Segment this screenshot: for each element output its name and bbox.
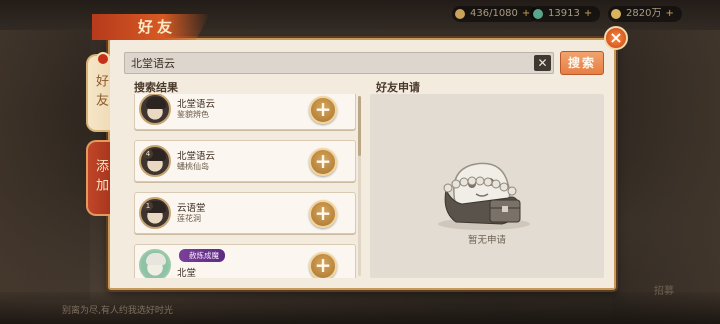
player-name: 北堂语云 [177,99,216,110]
plus-icon: + [314,253,332,277]
player-name: 云语堂 [177,203,206,214]
player-location: 莲花洞 [177,214,201,223]
search-input[interactable] [131,53,529,73]
search-bar: ✕ [124,52,554,74]
plus-icon: + [314,97,332,121]
avatar: 1 [139,197,171,229]
add-friend-button[interactable]: + [309,148,337,176]
resource-coin[interactable]: 436/1080 + [452,6,539,22]
close-icon: × [609,28,623,47]
level-badge: 1 [143,201,153,211]
player-name: 北堂 [177,268,197,278]
add-gold-icon[interactable]: + [665,8,673,19]
title-seal-icon [96,52,110,66]
friends-dialog: ✕ 搜索 搜索结果 好友申请 北堂语云 鉴貌辨色 + 4 北堂语云 蟠桃仙岛 +… [108,38,616,290]
list-item: 北堂语云 鉴貌辨色 + [134,94,356,130]
scrollbar-thumb[interactable] [358,96,361,156]
avatar: 4 [139,145,171,177]
add-friend-button[interactable]: + [309,200,337,228]
plus-icon: + [314,149,332,173]
tab-add[interactable]: 添加 [86,140,110,216]
level-badge: 4 [143,149,153,159]
resource-gold[interactable]: 2820万 + [608,6,682,22]
search-results-list[interactable]: 北堂语云 鉴貌辨色 + 4 北堂语云 蟠桃仙岛 + 1 云语堂 莲花洞 + 赦炼… [134,94,358,278]
close-button[interactable]: × [604,26,628,50]
recruit-button[interactable]: 招募 [654,282,694,316]
avatar [139,249,171,278]
plus-icon: + [314,201,332,225]
add-friend-button[interactable]: + [309,96,337,124]
window-title: 好友 [92,14,210,40]
empty-requests-text: 暂无申请 [467,235,506,246]
results-title: 搜索结果 [134,81,178,94]
list-item: 赦炼成魔 北堂 + [134,244,356,278]
add-jade-icon[interactable]: + [584,8,592,19]
resource-jade[interactable]: 13913 + [530,6,601,22]
requests-title: 好友申请 [376,81,420,94]
title-tag: 赦炼成魔 [179,249,225,262]
coin-icon [455,9,465,19]
background-scene-right [612,30,720,324]
friend-requests-panel: 暂无申请 [370,94,604,278]
background-scene-left [0,30,90,300]
resource-coin-value: 436/1080 [470,8,518,19]
list-item: 1 云语堂 莲花洞 + [134,192,356,234]
player-location: 蟠桃仙岛 [177,162,209,171]
player-location: 鉴貌辨色 [177,110,209,119]
bottom-chat-text: 别离为尽,有人约我选好时光 [62,306,173,316]
jade-icon [533,9,543,19]
tab-friends[interactable]: 好友 [86,54,110,132]
resource-jade-value: 13913 [548,8,580,19]
clear-search-button[interactable]: ✕ [534,55,551,71]
avatar [139,94,171,125]
search-button[interactable]: 搜索 [560,51,604,75]
list-item: 4 北堂语云 蟠桃仙岛 + [134,140,356,182]
player-name: 北堂语云 [177,151,216,162]
results-scrollbar[interactable] [358,96,361,276]
resource-gold-value: 2820万 [626,8,662,19]
add-friend-button[interactable]: + [309,252,337,278]
gold-icon [611,9,621,19]
empty-mascot-icon [438,162,530,230]
